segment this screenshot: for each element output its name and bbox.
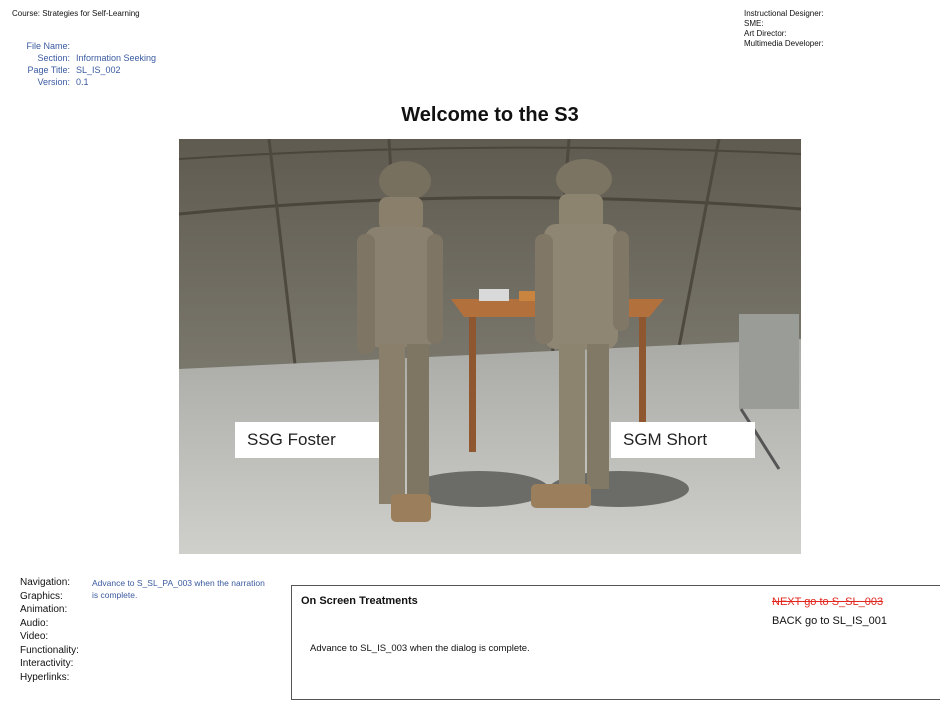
section-row: Section: Information Seeking (10, 52, 156, 64)
page-title-key: Page Title: (27, 65, 70, 75)
role-art-director: Art Director: (744, 29, 787, 38)
role-instructional-designer: Instructional Designer: (744, 9, 824, 18)
tent-scene-illustration (179, 139, 801, 554)
page-title: Welcome to the S3 (401, 104, 579, 126)
course-title: Course: Strategies for Self-Learning (12, 9, 140, 18)
field-graphics: Graphics: (20, 590, 63, 602)
version-row: Version: 0.1 (10, 76, 156, 88)
field-animation: Animation: (20, 604, 68, 615)
role-multimedia-developer: Multimedia Developer: (744, 39, 824, 48)
file-name-row: File Name: (10, 40, 156, 52)
role-sme: SME: (744, 19, 764, 28)
navigation-note: Advance to S_SL_PA_003 when the narratio… (92, 578, 265, 600)
version-value: 0.1 (76, 77, 89, 87)
scene-image: SSG Foster SGM Short (179, 139, 801, 554)
field-interactivity: Interactivity: (20, 658, 74, 669)
treatments-body: Advance to SL_IS_003 when the dialog is … (310, 643, 530, 654)
next-link[interactable]: NEXT go to S_SL_003 (772, 596, 883, 608)
roles-list: Instructional Designer: SME: Art Directo… (744, 9, 824, 49)
field-hyperlinks: Hyperlinks: (20, 671, 70, 683)
page-title-row: Page Title: SL_IS_002 (10, 64, 156, 76)
version-key: Version: (37, 77, 70, 87)
label-sgm-short: SGM Short (611, 422, 755, 458)
field-navigation: Navigation: (20, 577, 71, 588)
spec-field-labels: Navigation: Graphics: Animation: Audio: … (20, 576, 79, 684)
file-name-key: File Name: (26, 41, 70, 51)
back-link[interactable]: BACK go to SL_IS_001 (772, 615, 887, 627)
section-key: Section: (37, 53, 70, 63)
page-title-value: SL_IS_002 (76, 65, 121, 75)
treatments-heading: On Screen Treatments (301, 595, 418, 607)
field-functionality: Functionality: (20, 644, 79, 656)
file-meta: File Name: Section: Information Seeking … (10, 40, 156, 88)
on-screen-treatments-box: On Screen Treatments Advance to SL_IS_00… (291, 585, 940, 700)
label-ssg-foster: SSG Foster (235, 422, 379, 458)
field-video: Video: (20, 631, 49, 642)
section-value: Information Seeking (76, 53, 157, 63)
field-audio: Audio: (20, 617, 49, 629)
